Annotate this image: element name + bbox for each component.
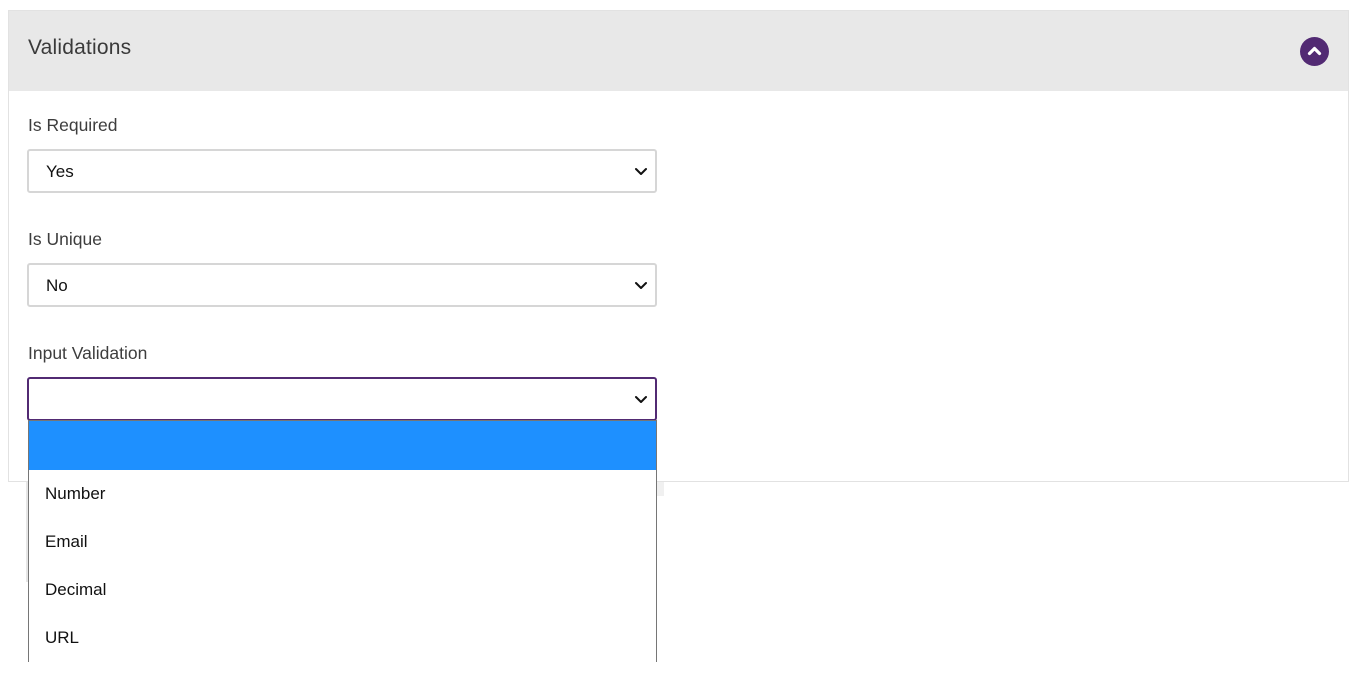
option-label: URL [45,628,80,647]
option-label: Decimal [45,580,107,599]
dropdown-option-number[interactable]: Number [29,470,656,518]
is-required-value: Yes [46,162,74,181]
is-unique-label: Is Unique [28,229,102,249]
is-required-select[interactable]: Yes [27,149,657,193]
dropdown-option-decimal[interactable]: Decimal [29,566,656,614]
collapse-button[interactable] [1300,37,1329,66]
is-unique-value: No [46,276,68,295]
dropdown-option-email[interactable]: Email [29,518,656,566]
background-element-edge-right [656,482,664,496]
chevron-down-icon [635,282,647,289]
input-validation-dropdown: Number Email Decimal URL [28,420,657,662]
input-validation-select[interactable] [27,377,657,421]
chevron-down-icon [635,168,647,175]
option-label: Number [45,484,106,503]
panel-header[interactable]: Validations [9,11,1348,91]
chevron-up-icon [1307,46,1322,56]
is-required-label: Is Required [28,115,118,135]
option-label: Email [45,532,88,551]
dropdown-option-empty[interactable] [29,421,656,470]
panel-title: Validations [28,36,132,59]
is-unique-select[interactable]: No [27,263,657,307]
dropdown-option-url[interactable]: URL [29,614,656,662]
chevron-down-icon [635,396,647,403]
input-validation-label: Input Validation [28,343,148,363]
